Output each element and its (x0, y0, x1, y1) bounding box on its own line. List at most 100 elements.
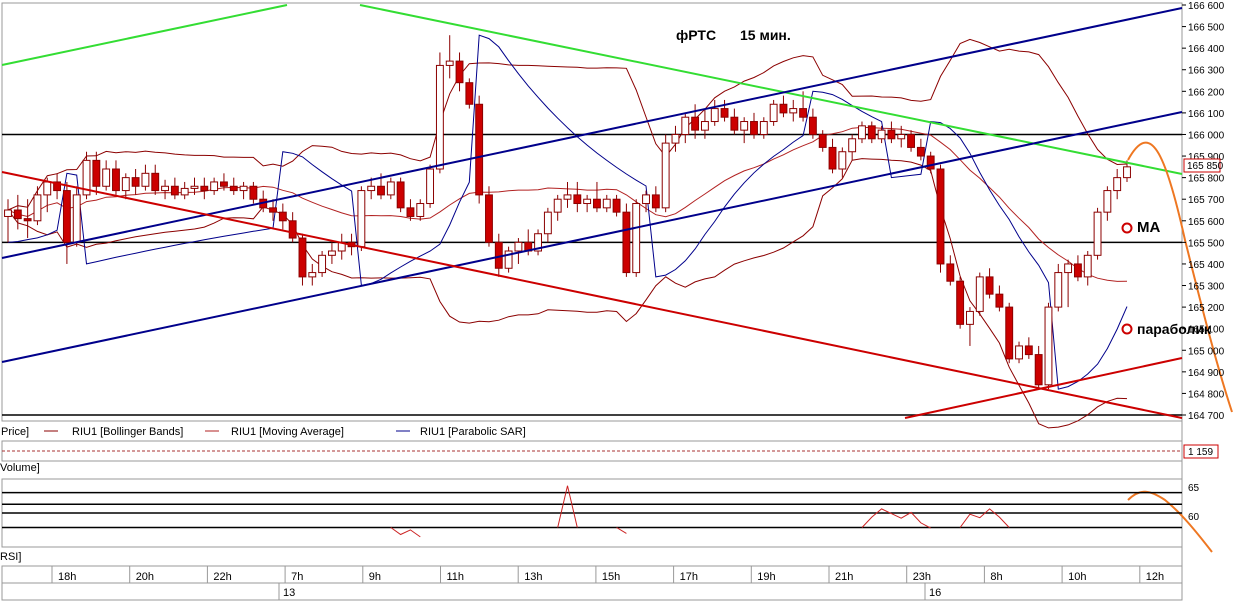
candle-body (710, 108, 719, 123)
legend-entry-sar: RIU1 [Parabolic SAR] (420, 426, 526, 438)
candle-body (769, 103, 778, 123)
candle-body (691, 116, 700, 131)
candle-body (887, 129, 896, 140)
sar-marker-circle (1121, 323, 1133, 335)
candle-body (700, 121, 709, 131)
candle-body (651, 194, 660, 209)
candle-body (858, 125, 866, 140)
candle-body (1093, 211, 1102, 256)
candle-body (593, 198, 601, 209)
candle-body (445, 60, 454, 66)
chart-root: MA параболик фРТС 15 мин. Price] RIU1 [B… (0, 0, 1234, 602)
candle-body (956, 280, 965, 325)
candle-body (4, 209, 12, 217)
candle-body (975, 276, 984, 312)
candle-body (877, 129, 886, 140)
candle-body (828, 146, 837, 170)
forecast-arrow-rsi (1127, 490, 1213, 553)
candle-body (543, 211, 552, 235)
candle-body (426, 168, 435, 205)
price-panel-frame (1, 2, 1183, 422)
candle-body (897, 133, 906, 140)
candle-body (1005, 306, 1014, 360)
time-tick-label: 13h (524, 571, 542, 583)
time-tick-label: 18h (58, 571, 76, 583)
candle-body (779, 103, 788, 114)
candle-body (995, 293, 1004, 308)
ma-marker-circle (1121, 222, 1133, 234)
candle-body (190, 185, 199, 189)
candle-body (1054, 272, 1063, 308)
time-tick-label: 22h (213, 571, 231, 583)
price-tick-label: 165 400 (1188, 260, 1225, 271)
candle-body (485, 194, 493, 243)
volume-last-value: 1 159 (1188, 447, 1213, 458)
time-tick-label: 7h (291, 571, 303, 583)
candle-body (808, 116, 817, 135)
candle-body (1103, 190, 1112, 213)
price-tick-label: 166 600 (1188, 1, 1225, 12)
candle-body (92, 159, 101, 187)
candle-body (1123, 166, 1131, 179)
candle-body (1064, 263, 1073, 274)
candle-body (170, 185, 179, 196)
candle-body (612, 198, 621, 213)
candle-body (671, 133, 680, 144)
chart-svg: MA параболик фРТС 15 мин. Price] RIU1 [B… (0, 1, 1233, 601)
candle-body (298, 237, 307, 278)
candle-body (1083, 254, 1092, 278)
time-tick-label: 9h (369, 571, 381, 583)
chart-timeframe: 15 мин. (740, 27, 791, 43)
candle-body (759, 121, 768, 135)
rsi-label: RSI] (0, 551, 21, 563)
candle-body (1113, 177, 1122, 192)
trend-line-green-upper-left (1, 4, 288, 66)
candle-body (818, 133, 827, 148)
candle-body (72, 194, 81, 243)
candle-body (131, 177, 140, 187)
candle-body (563, 194, 572, 200)
trend-line-blue-upper (1, 7, 1183, 259)
candle-body (367, 185, 376, 192)
candle-body (121, 177, 130, 192)
candle-body (416, 203, 425, 217)
legend: Price] RIU1 [Bollinger Bands] RIU1 [Movi… (1, 426, 526, 438)
candle-body (789, 108, 798, 114)
price-tick-label: 166 400 (1188, 44, 1225, 55)
candle-body (269, 207, 277, 213)
candle-body (907, 133, 915, 148)
price-tick-label: 164 800 (1188, 389, 1225, 400)
candle-body (848, 138, 857, 153)
candle-body (867, 125, 876, 140)
chart-title: фРТС (676, 27, 716, 43)
price-tick-label: 165 600 (1188, 217, 1225, 228)
price-tick-label: 164 700 (1188, 411, 1225, 422)
candle-body (318, 254, 327, 274)
candle-body (220, 181, 228, 187)
legend-price-label: Price] (1, 426, 29, 438)
candle-body (210, 181, 219, 192)
time-tick-label: 17h (680, 571, 698, 583)
candle-body (33, 194, 42, 222)
candle-body (396, 181, 405, 209)
annotation-ma: MA (1137, 219, 1160, 236)
candle-body (377, 185, 385, 196)
time-tick-label: 19h (757, 571, 775, 583)
time-tick-label: 11h (447, 571, 465, 583)
candle-body (465, 82, 474, 105)
candle-body (740, 121, 749, 131)
candle-body (141, 172, 150, 187)
price-tick-label: 165 100 (1188, 325, 1225, 336)
candle-body (288, 220, 297, 239)
price-tick-label: 166 000 (1188, 130, 1225, 141)
price-tick-label: 166 100 (1188, 109, 1225, 120)
candle-body (985, 276, 994, 295)
candle-body (514, 241, 523, 252)
candle-body (435, 64, 444, 170)
candle-body (455, 60, 464, 84)
parabolic-sar-line (7, 34, 1128, 390)
trend-line-red-descending (1, 171, 1183, 419)
candle-body (1034, 354, 1043, 386)
price-tick-label: 165 200 (1188, 303, 1225, 314)
date-tick-label: 13 (283, 587, 295, 599)
